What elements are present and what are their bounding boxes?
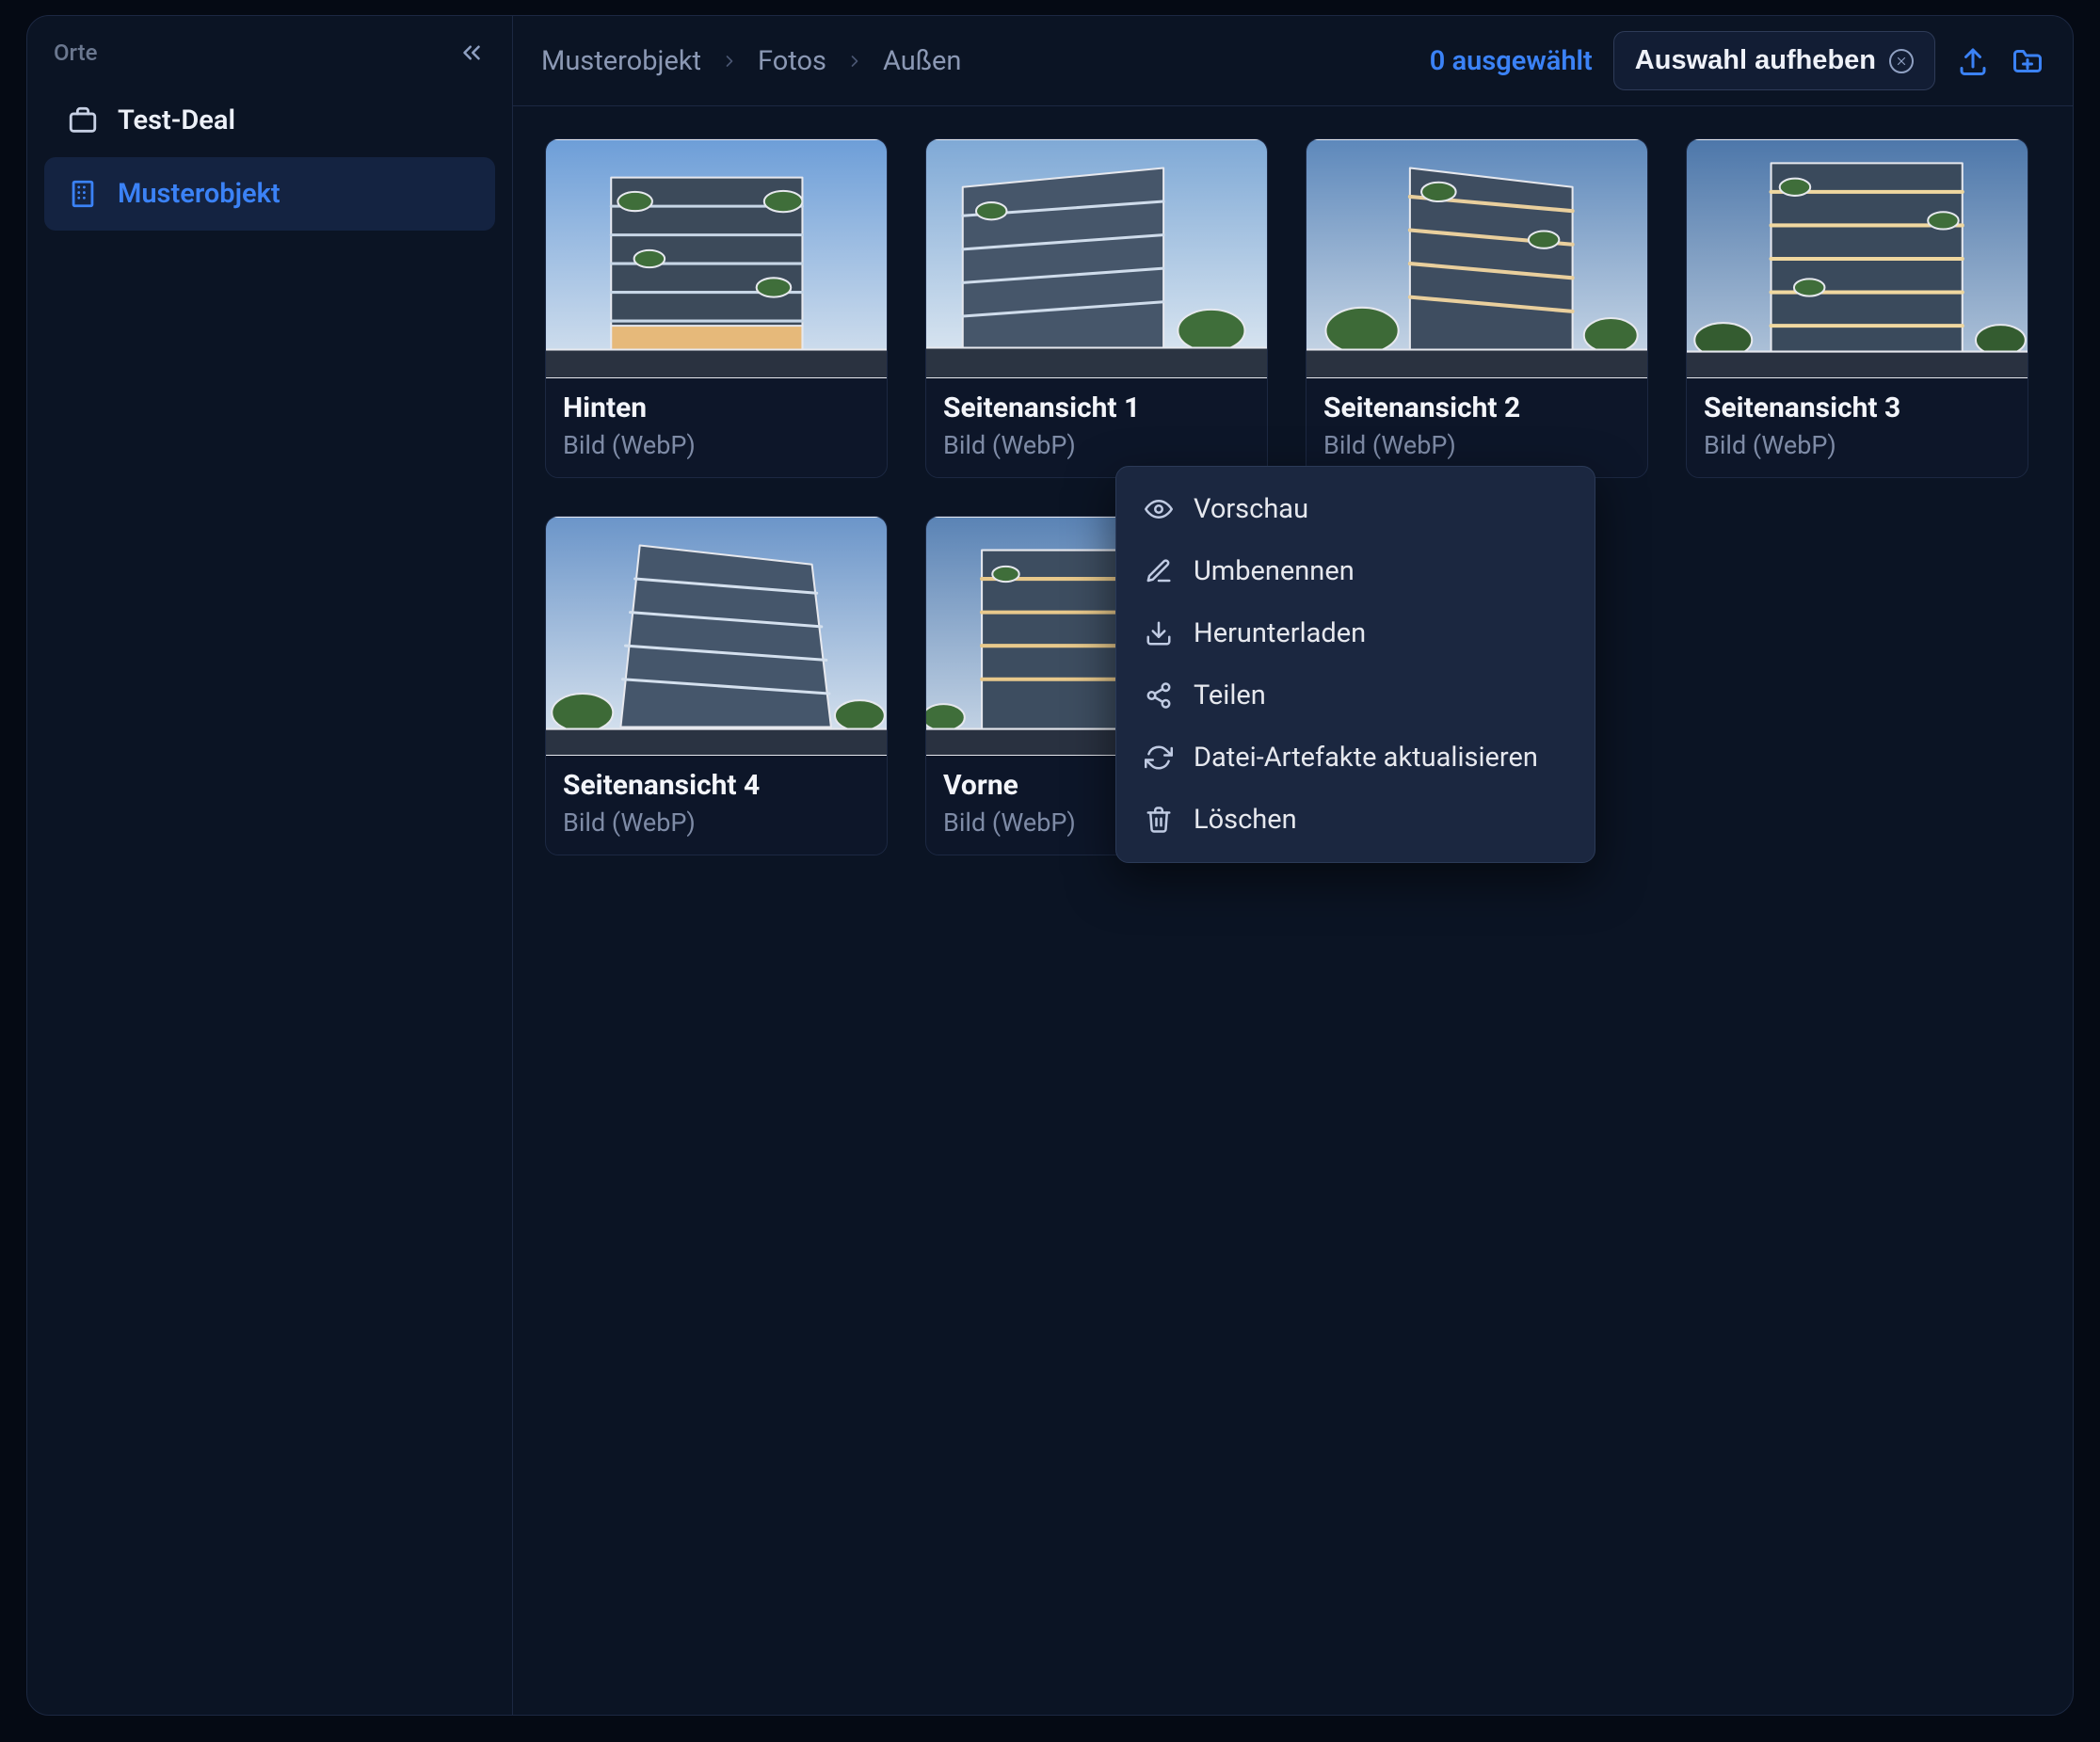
sidebar-item-musterobjekt[interactable]: Musterobjekt <box>44 157 495 231</box>
briefcase-icon <box>67 104 99 136</box>
context-menu: Vorschau Umbenennen Herunterladen Teilen… <box>1115 466 1595 863</box>
file-subtitle: Bild (WebP) <box>1704 430 2011 460</box>
ctx-share[interactable]: Teilen <box>1116 664 1595 727</box>
file-thumbnail <box>546 139 887 378</box>
file-thumbnail <box>1687 139 2028 378</box>
grid-scroll[interactable]: Hinten Bild (WebP) <box>513 106 2073 1715</box>
file-meta: Seitenansicht 3 Bild (WebP) <box>1687 378 2028 477</box>
breadcrumb: Musterobjekt Fotos Außen <box>541 45 961 77</box>
breadcrumb-item[interactable]: Fotos <box>758 45 826 77</box>
toolbar: Musterobjekt Fotos Außen 0 ausgewählt Au… <box>513 16 2073 106</box>
deselect-label: Auswahl aufheben <box>1635 45 1876 76</box>
ctx-label: Löschen <box>1194 804 1297 836</box>
main-panel: Musterobjekt Fotos Außen 0 ausgewählt Au… <box>513 16 2073 1715</box>
ctx-label: Umbenennen <box>1194 555 1355 587</box>
close-icon <box>1889 49 1914 73</box>
breadcrumb-item[interactable]: Außen <box>883 45 961 77</box>
file-meta: Seitenansicht 1 Bild (WebP) <box>926 378 1267 477</box>
selected-count: 0 ausgewählt <box>1430 45 1593 77</box>
sidebar-title: Orte <box>54 40 97 66</box>
trash-icon <box>1145 806 1173 834</box>
file-title: Seitenansicht 1 <box>943 392 1250 424</box>
refresh-icon <box>1145 743 1173 772</box>
file-subtitle: Bild (WebP) <box>563 430 870 460</box>
building-icon <box>67 178 99 210</box>
app-window: Orte Test-Deal Musterobjekt Musterobjekt… <box>26 15 2074 1716</box>
sidebar: Orte Test-Deal Musterobjekt <box>27 16 513 1715</box>
ctx-label: Vorschau <box>1194 493 1308 525</box>
ctx-preview[interactable]: Vorschau <box>1116 478 1595 540</box>
download-icon <box>1145 619 1173 647</box>
sidebar-item-label: Test-Deal <box>118 104 235 136</box>
file-title: Seitenansicht 2 <box>1323 392 1630 424</box>
ctx-refresh-artifacts[interactable]: Datei-Artefakte aktualisieren <box>1116 727 1595 789</box>
sidebar-item-test-deal[interactable]: Test-Deal <box>44 84 495 157</box>
file-thumbnail <box>546 517 887 756</box>
ctx-rename[interactable]: Umbenennen <box>1116 540 1595 602</box>
file-meta: Hinten Bild (WebP) <box>546 378 887 477</box>
file-subtitle: Bild (WebP) <box>1323 430 1630 460</box>
pencil-icon <box>1145 557 1173 585</box>
file-subtitle: Bild (WebP) <box>563 807 870 838</box>
file-card[interactable]: Seitenansicht 3 Bild (WebP) <box>1686 138 2028 478</box>
toolbar-right: 0 ausgewählt Auswahl aufheben <box>1430 31 2044 90</box>
ctx-download[interactable]: Herunterladen <box>1116 602 1595 664</box>
file-meta: Seitenansicht 2 Bild (WebP) <box>1306 378 1647 477</box>
ctx-label: Datei-Artefakte aktualisieren <box>1194 742 1538 774</box>
sidebar-header: Orte <box>44 39 495 84</box>
file-title: Hinten <box>563 392 870 424</box>
chevron-right-icon <box>845 52 864 71</box>
file-card[interactable]: Seitenansicht 4 Bild (WebP) <box>545 516 888 855</box>
upload-icon[interactable] <box>1956 44 1990 78</box>
new-folder-icon[interactable] <box>2011 44 2044 78</box>
file-title: Seitenansicht 3 <box>1704 392 2011 424</box>
share-icon <box>1145 681 1173 710</box>
deselect-button[interactable]: Auswahl aufheben <box>1613 31 1935 90</box>
file-thumbnail <box>926 139 1267 378</box>
file-thumbnail <box>1306 139 1647 378</box>
chevron-right-icon <box>720 52 739 71</box>
file-meta: Seitenansicht 4 Bild (WebP) <box>546 756 887 855</box>
eye-icon <box>1145 495 1173 523</box>
file-card[interactable]: Seitenansicht 1 Bild (WebP) <box>925 138 1268 478</box>
file-subtitle: Bild (WebP) <box>943 430 1250 460</box>
ctx-label: Herunterladen <box>1194 617 1366 649</box>
file-title: Seitenansicht 4 <box>563 769 870 802</box>
collapse-sidebar-icon[interactable] <box>457 39 486 67</box>
file-card[interactable]: Hinten Bild (WebP) <box>545 138 888 478</box>
ctx-label: Teilen <box>1194 679 1266 711</box>
breadcrumb-item[interactable]: Musterobjekt <box>541 45 701 77</box>
sidebar-item-label: Musterobjekt <box>118 178 281 210</box>
ctx-delete[interactable]: Löschen <box>1116 789 1595 851</box>
file-card[interactable]: Seitenansicht 2 Bild (WebP) <box>1306 138 1648 478</box>
